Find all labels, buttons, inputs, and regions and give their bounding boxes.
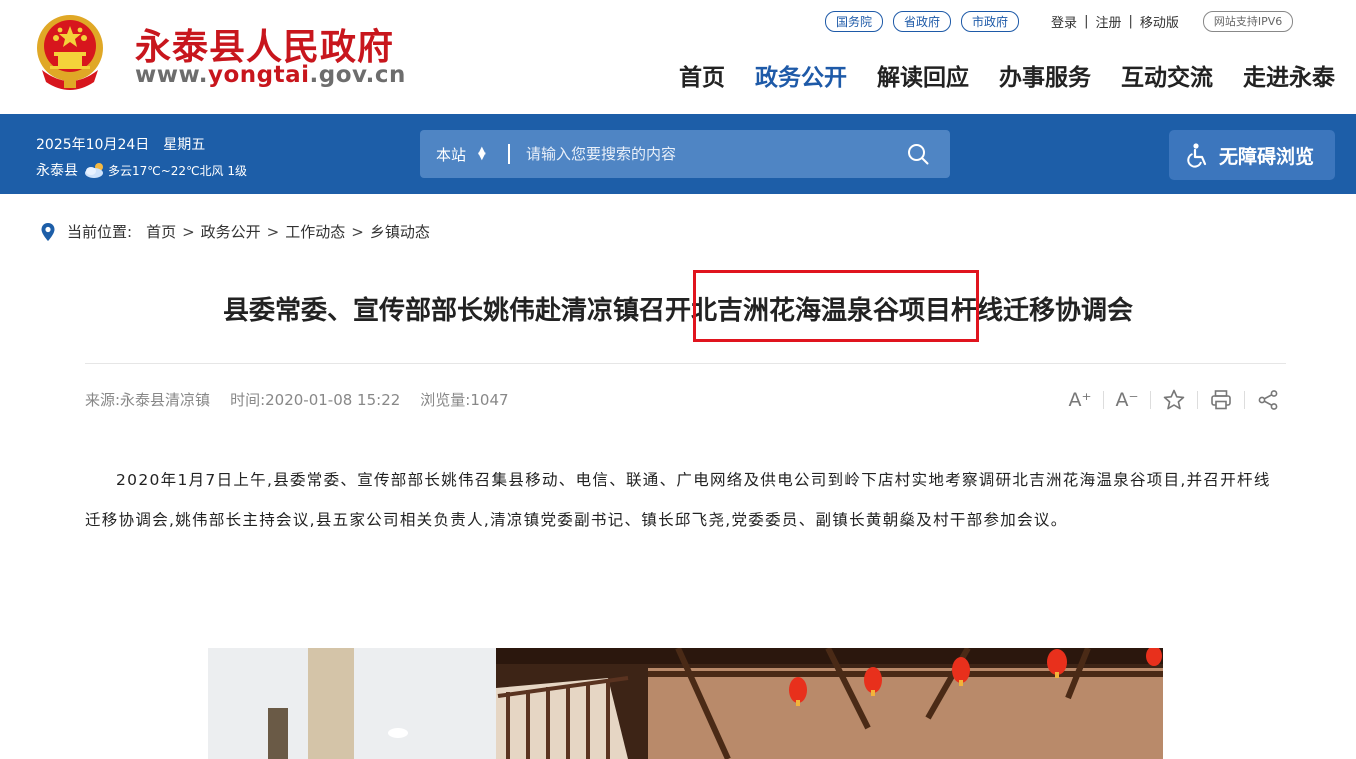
main-nav: 首页 政务公开 解读回应 办事服务 互动交流 走进永泰 [649, 58, 1335, 92]
article-time: 时间:2020-01-08 15:22 [230, 391, 401, 409]
accessibility-button[interactable]: 无障碍浏览 [1169, 130, 1335, 180]
info-bar: 2025年10月24日 星期五 永泰县 多云17℃~22℃北风 1级 本站 ▲ ▼ … [0, 114, 1356, 194]
printer-icon [1211, 390, 1231, 410]
breadcrumb-township-news[interactable]: 乡镇动态 [370, 221, 430, 242]
site-url: www.yongtai.gov.cn [135, 62, 406, 88]
login-link[interactable]: 登录 [1051, 12, 1077, 31]
site-url-suffix: .gov.cn [309, 62, 406, 88]
site-header: 永泰县人民政府 www.yongtai.gov.cn 国务院 省政府 市政府 登… [0, 0, 1356, 114]
link-provincial-gov[interactable]: 省政府 [893, 10, 952, 32]
tool-separator [1103, 391, 1104, 409]
weather-display: 永泰县 多云17℃~22℃北风 1级 [36, 160, 247, 180]
weekday-text: 星期五 [163, 137, 206, 153]
article-tools: A⁺ A⁻ [1066, 386, 1282, 414]
article-title: 县委常委、宣传部部长姚伟赴清凉镇召开北吉洲花海温泉谷项目杆线迁移协调会 [222, 296, 1133, 326]
tool-separator [1150, 391, 1151, 409]
mobile-version-link[interactable]: 移动版 [1140, 12, 1179, 31]
weather-text: 多云17℃~22℃北风 1级 [108, 163, 247, 178]
nav-about-yongtai[interactable]: 走进永泰 [1243, 58, 1335, 92]
nav-interaction[interactable]: 互动交流 [1121, 58, 1213, 92]
nav-services[interactable]: 办事服务 [999, 58, 1091, 92]
font-smaller-icon: A⁻ [1115, 389, 1139, 411]
favorite-button[interactable] [1160, 386, 1188, 414]
share-button[interactable] [1254, 386, 1282, 414]
nav-home[interactable]: 首页 [679, 58, 725, 92]
search-input[interactable] [526, 145, 906, 163]
font-smaller-button[interactable]: A⁻ [1113, 386, 1141, 414]
date-display: 2025年10月24日 星期五 [36, 134, 219, 154]
date-text: 2025年10月24日 [36, 137, 150, 153]
article-meta: 来源:永泰县清凉镇 时间:2020-01-08 15:22 浏览量:1047 [85, 389, 529, 410]
tool-separator [1197, 391, 1198, 409]
nav-government-affairs[interactable]: 政务公开 [755, 58, 847, 92]
breadcrumb-separator: > [266, 222, 280, 241]
article-photo [208, 648, 1163, 759]
national-emblem-icon[interactable] [34, 12, 106, 90]
share-icon [1258, 390, 1278, 410]
print-button[interactable] [1207, 386, 1235, 414]
search-scope-label: 本站 [436, 145, 467, 164]
breadcrumb-work-news[interactable]: 工作动态 [285, 221, 345, 242]
ipv6-badge: 网站支持IPV6 [1202, 10, 1294, 32]
title-divider [85, 363, 1286, 364]
breadcrumb-label: 当前位置: [67, 223, 133, 241]
top-links: 国务院 省政府 市政府 登录 | 注册 | 移动版 网站支持IPV6 [825, 10, 1294, 32]
breadcrumb-government-affairs[interactable]: 政务公开 [201, 221, 261, 242]
article-source: 来源:永泰县清凉镇 [85, 391, 211, 409]
font-larger-button[interactable]: A⁺ [1066, 386, 1094, 414]
cloud-sun-icon [85, 163, 103, 178]
account-links: 登录 | 注册 | 移动版 [1051, 12, 1179, 31]
font-larger-icon: A⁺ [1068, 389, 1092, 411]
site-url-prefix: www. [135, 62, 209, 88]
sort-arrows-icon: ▲ ▼ [478, 145, 486, 162]
site-url-highlight: yongtai [208, 62, 310, 88]
search-scope-select[interactable]: 本站 ▲ ▼ [436, 144, 508, 165]
register-link[interactable]: 注册 [1095, 12, 1121, 31]
link-state-council[interactable]: 国务院 [825, 10, 884, 32]
separator: | [1128, 13, 1133, 29]
separator: | [1084, 13, 1089, 29]
search-icon[interactable] [906, 142, 930, 166]
article-body: 2020年1月7日上午,县委常委、宣传部部长姚伟召集县移动、电信、联通、广电网络… [85, 471, 1271, 529]
search-divider [508, 144, 510, 164]
breadcrumb-separator: > [182, 222, 195, 241]
star-icon [1163, 389, 1185, 410]
location-pin-icon [41, 222, 55, 241]
nav-interpretation[interactable]: 解读回应 [877, 58, 969, 92]
link-city-gov[interactable]: 市政府 [961, 10, 1020, 32]
breadcrumb-home[interactable]: 首页 [146, 221, 176, 242]
wheelchair-icon [1187, 143, 1207, 168]
breadcrumb-separator: > [351, 222, 364, 241]
search-bar: 本站 ▲ ▼ [420, 130, 950, 178]
location-text: 永泰县 [36, 163, 78, 179]
accessibility-label: 无障碍浏览 [1219, 145, 1315, 168]
article-views: 浏览量:1047 [420, 391, 509, 409]
highlight-box [693, 270, 979, 342]
breadcrumb: 当前位置: 首页 > 政务公开 > 工作动态 > 乡镇动态 [40, 221, 430, 242]
tool-separator [1244, 391, 1245, 409]
